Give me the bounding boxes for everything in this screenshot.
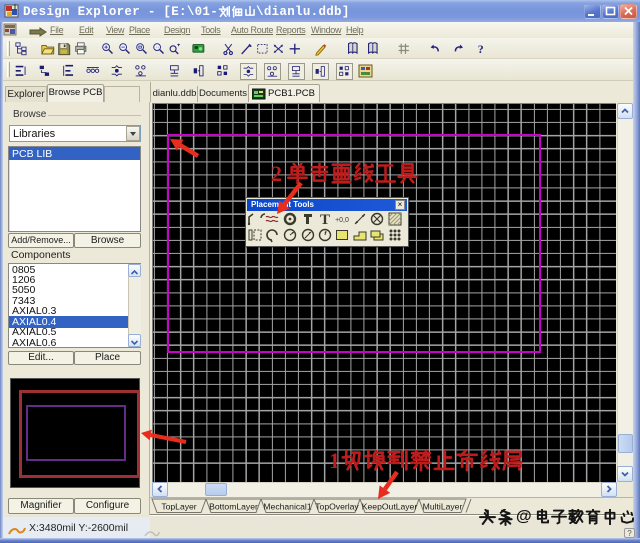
svg-text:+0,0: +0,0 <box>335 217 349 224</box>
svg-text:?: ? <box>478 42 484 56</box>
svg-text:TopLayer: TopLayer <box>161 502 196 512</box>
svg-text:TopOverlay: TopOverlay <box>315 502 359 512</box>
svg-text:BottomLayer: BottomLayer <box>209 502 258 512</box>
svg-text:T: T <box>320 212 330 227</box>
svg-text:Mechanical1: Mechanical1 <box>263 502 311 512</box>
svg-text:MultiLayer: MultiLayer <box>423 502 463 512</box>
